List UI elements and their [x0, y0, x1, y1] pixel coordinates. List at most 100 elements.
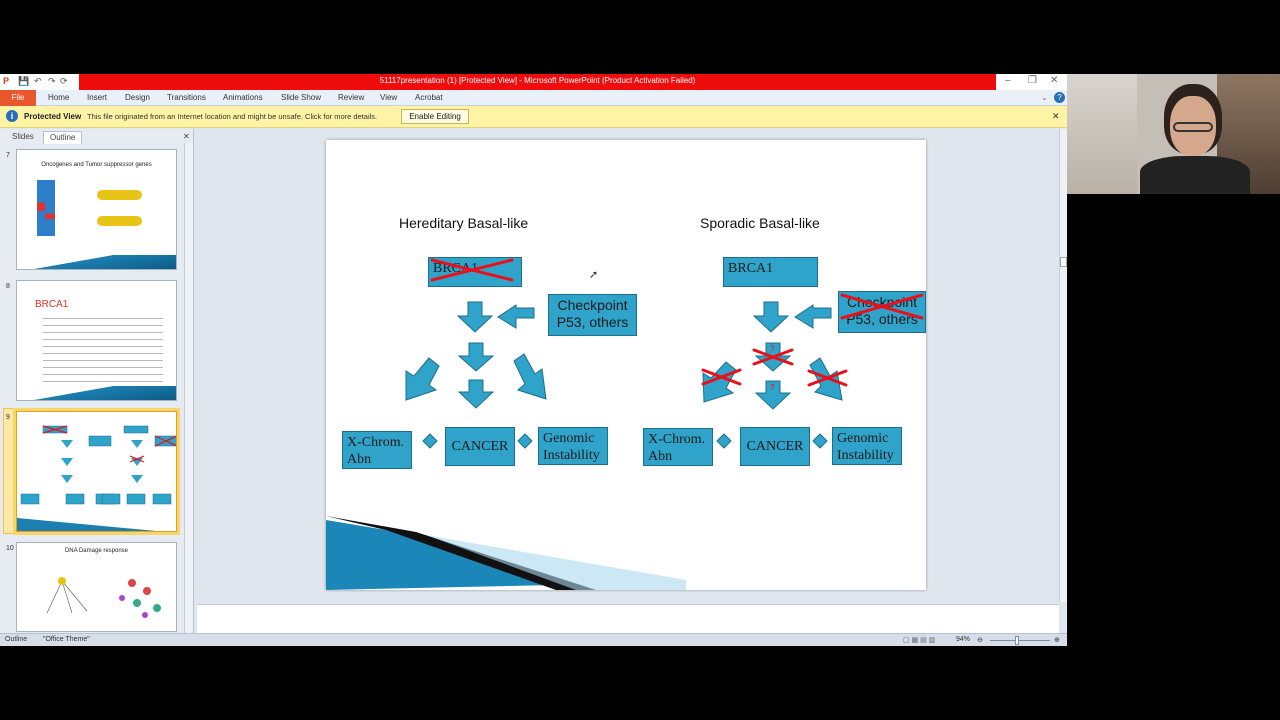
protected-view-bar: i Protected View This file originated fr…	[0, 106, 1067, 128]
arrow-down-left-2	[457, 342, 495, 372]
tab-slides[interactable]: Slides	[6, 131, 40, 144]
tab-design[interactable]: Design	[125, 93, 150, 102]
protected-view-message[interactable]: This file originated from an Internet lo…	[87, 112, 377, 121]
diamond-right-1	[716, 433, 732, 449]
webcam-overlay	[1067, 74, 1280, 194]
restore-button[interactable]: ❐	[1028, 75, 1037, 86]
right-title: Sporadic Basal-like	[700, 215, 820, 231]
tab-slide-show[interactable]: Slide Show	[281, 93, 321, 102]
slide-editing-area: Hereditary Basal-like Sporadic Basal-lik…	[197, 129, 1059, 602]
ribbon-tabs: File Home Insert Design Transitions Anim…	[0, 90, 1067, 106]
tab-outline[interactable]: Outline	[43, 131, 83, 144]
info-icon: i	[6, 110, 18, 122]
notes-pane[interactable]	[197, 604, 1059, 633]
close-icon[interactable]: ✕	[183, 132, 190, 141]
tab-insert[interactable]: Insert	[87, 93, 107, 102]
arrow-down-left-3	[457, 379, 495, 409]
arrow-down-right-1	[752, 301, 790, 333]
enable-editing-button[interactable]: Enable Editing	[401, 109, 469, 124]
window-title: 51117presentation (1) [Protected View] -…	[379, 76, 696, 85]
powerpoint-icon: P	[3, 76, 10, 86]
arrow-down-left-1	[456, 301, 494, 333]
webcam-person-body	[1140, 156, 1250, 194]
chevron-down-icon[interactable]: ⌄	[1041, 93, 1048, 102]
arrow-diag-right-right	[809, 357, 843, 401]
close-button[interactable]: ✕	[1050, 75, 1058, 86]
arrow-diag-right-left	[513, 353, 547, 400]
genomic-box-left: Genomic Instability	[538, 427, 608, 465]
pathway-diagram	[46, 577, 161, 618]
cross-left-diag	[701, 368, 742, 386]
cross-right-diag	[807, 369, 848, 387]
slides-panel: Slides Outline ✕ 7 Oncogenes and Tumor s…	[0, 129, 194, 633]
cancer-box-left: CANCER	[445, 427, 515, 466]
cancer-box-right: CANCER	[740, 427, 810, 466]
webcam-background	[1067, 74, 1137, 194]
panel-scrollbar[interactable]	[184, 143, 193, 633]
protected-view-label: Protected View	[24, 112, 82, 121]
slide-thumbnail-7[interactable]: Oncogenes and Tumor suppressor genes	[16, 149, 177, 270]
view-buttons-icon[interactable]: ▢ ▦ ▤ ▥	[903, 636, 935, 644]
diamond-left-2	[517, 433, 533, 449]
slide-swoosh-blue	[326, 520, 556, 590]
slide-number: 9	[6, 414, 10, 421]
slide-footer-swoosh	[17, 255, 176, 269]
slide-thumbnail-10[interactable]: DNA Damage response	[16, 542, 177, 632]
slide-thumbnail-title: Oncogenes and Tumor suppressor genes	[41, 162, 152, 168]
bullet-text-lines	[43, 315, 163, 385]
slide-number: 10	[6, 545, 14, 552]
scrollbar-thumb[interactable]	[1060, 257, 1067, 267]
question-mark: ?	[770, 383, 775, 392]
current-slide: Hereditary Basal-like Sporadic Basal-lik…	[326, 140, 926, 590]
zoom-in-icon[interactable]: ⊕	[1054, 636, 1060, 644]
tab-acrobat[interactable]: Acrobat	[415, 93, 443, 102]
minimize-button[interactable]: –	[1005, 75, 1011, 86]
cross-left-diag	[701, 368, 742, 386]
arrow-left-checkpoint-right	[794, 304, 832, 329]
arrow-diag-left-right	[702, 361, 737, 403]
tab-transitions[interactable]: Transitions	[167, 93, 206, 102]
status-bar: Outline "Office Theme" ▢ ▦ ▤ ▥ 94% ⊖ ⊕	[0, 633, 1067, 646]
arrow-diag-left-left	[405, 357, 440, 401]
webcam-glasses	[1173, 122, 1213, 132]
diamond-right-2	[812, 433, 828, 449]
file-tab[interactable]: File	[0, 90, 36, 106]
slide-number: 7	[6, 152, 10, 159]
save-icon[interactable]: 💾	[18, 76, 29, 87]
genomic-box-right: Genomic Instability	[832, 427, 902, 465]
slide-thumbnail-title: DNA Damage response	[64, 548, 129, 554]
vertical-scrollbar[interactable]	[1059, 129, 1067, 602]
undo-icon[interactable]: ↶	[34, 76, 42, 87]
tab-view[interactable]: View	[380, 93, 397, 102]
close-icon[interactable]: ✕	[1052, 111, 1060, 122]
theme-label: "Office Theme"	[43, 636, 90, 643]
repeat-icon[interactable]: ⟳	[60, 76, 68, 87]
diamond-left-1	[422, 433, 438, 449]
tab-review[interactable]: Review	[338, 93, 364, 102]
brca1-box-left: BRCA1	[428, 257, 522, 287]
zoom-level: 94%	[956, 636, 971, 643]
cross-right-diag	[807, 369, 848, 387]
tab-animations[interactable]: Animations	[223, 93, 263, 102]
slide-number: 8	[6, 283, 10, 290]
zoom-slider-thumb[interactable]	[1015, 636, 1019, 645]
left-title: Hereditary Basal-like	[399, 215, 529, 231]
chromosome-image	[45, 180, 55, 236]
zoom-out-icon[interactable]: ⊖	[977, 636, 983, 644]
car-image	[97, 216, 142, 226]
car-image	[97, 190, 142, 200]
slide-thumbnail-8[interactable]: BRCA1	[16, 280, 177, 401]
slide-thumbnail-diagram	[17, 425, 176, 531]
checkpoint-box-left: Checkpoint P53, others	[548, 294, 637, 336]
slide-thumbnail-9[interactable]	[16, 411, 177, 532]
view-label: Outline	[5, 636, 28, 643]
help-icon[interactable]: ?	[1054, 92, 1065, 103]
zoom-slider[interactable]	[990, 640, 1050, 641]
slide-swoosh-black	[326, 516, 596, 590]
slide-thumbnail-title: BRCA1	[35, 299, 69, 310]
slide-swoosh-light	[426, 535, 686, 590]
arrows-and-crosses	[326, 258, 924, 590]
xchrom-box-right: X-Chrom. Abn	[643, 428, 713, 466]
tab-home[interactable]: Home	[48, 93, 69, 102]
redo-icon[interactable]: ↷	[48, 76, 56, 87]
